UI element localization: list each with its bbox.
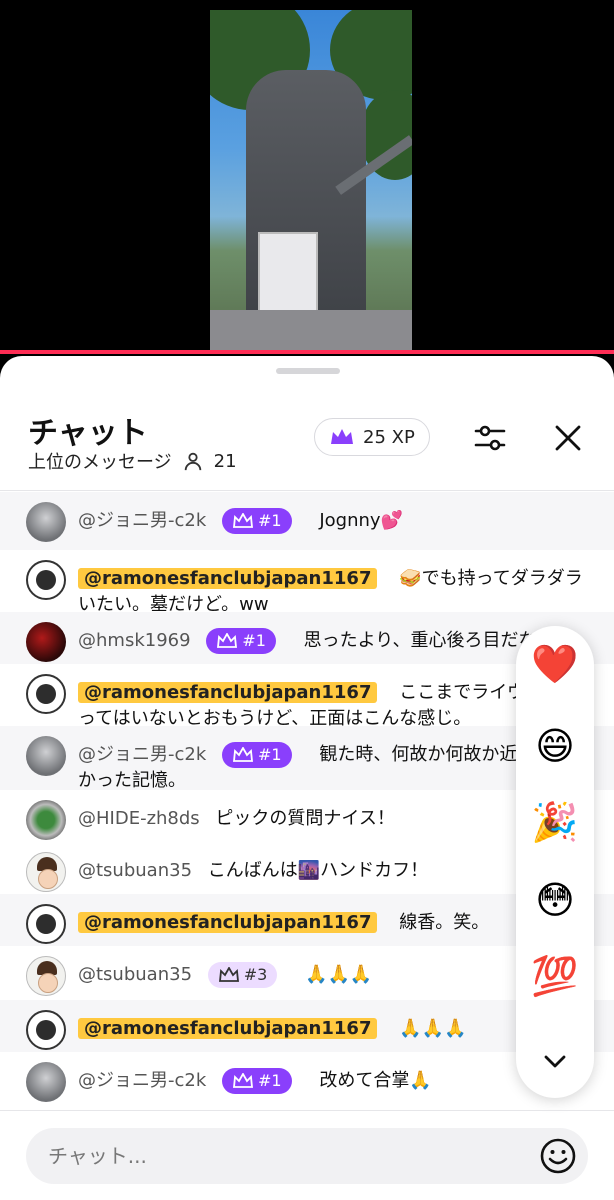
message-text: 🙏🙏🙏	[399, 1018, 467, 1039]
message-text: こんばんは🌆ハンドカフ！	[207, 860, 429, 881]
drag-handle[interactable]	[276, 368, 340, 374]
username[interactable]: @ramonesfanclubjapan1167	[78, 1018, 378, 1039]
person-icon	[184, 452, 201, 471]
smiley-icon[interactable]	[538, 1136, 578, 1176]
rank-label: #1	[258, 511, 282, 530]
header-divider	[0, 490, 614, 491]
chat-message[interactable]: @ramonesfanclubjapan1167 🥪でも持ってダラダラいたい。墓…	[0, 550, 614, 615]
username[interactable]: @HIDE-zh8ds	[78, 808, 200, 829]
party-reaction-button[interactable]: 🎉	[516, 792, 594, 852]
username[interactable]: @tsubuan35	[78, 964, 192, 985]
message-text: 線香。笑。	[399, 912, 490, 933]
rank-label: #3	[243, 965, 268, 984]
top-messages-label: 上位のメッセージ	[28, 452, 172, 473]
username[interactable]: @ジョニ男-c2k	[78, 510, 206, 531]
book-image	[258, 232, 318, 312]
message-text: Jognny💕	[319, 510, 403, 531]
xp-value: 25 XP	[363, 426, 415, 448]
close-button[interactable]	[548, 418, 588, 458]
message-text: 🙏🙏🙏	[305, 964, 373, 985]
username[interactable]: @tsubuan35	[78, 860, 192, 881]
chat-input[interactable]	[26, 1128, 588, 1184]
statue-base	[210, 310, 412, 354]
rank-label: #1	[242, 631, 266, 650]
filter-button[interactable]	[470, 418, 510, 458]
message-text: ピックの質問ナイス！	[215, 808, 395, 829]
viewer-count: 21	[213, 450, 237, 472]
rank-badge: #3	[207, 962, 278, 988]
hundred-reaction-button[interactable]: 💯	[516, 946, 594, 1006]
avatar[interactable]	[26, 1010, 66, 1050]
chat-title: チャット	[28, 416, 148, 451]
chat-subtitle[interactable]: 上位のメッセージ 21	[28, 448, 237, 474]
avatar[interactable]	[26, 904, 66, 944]
avatar[interactable]	[26, 622, 66, 662]
crown-icon	[233, 747, 254, 762]
flushed-reaction-button[interactable]: 😳	[516, 870, 594, 930]
avatar[interactable]	[26, 560, 66, 600]
username[interactable]: @ramonesfanclubjapan1167	[78, 682, 378, 703]
crown-icon	[233, 513, 254, 528]
avatar[interactable]	[26, 956, 66, 996]
username[interactable]: @ramonesfanclubjapan1167	[78, 912, 378, 933]
rank-badge: #1	[206, 628, 276, 654]
avatar[interactable]	[26, 1062, 66, 1102]
rank-label: #1	[258, 1071, 282, 1090]
username[interactable]: @ジョニ男-c2k	[78, 1070, 206, 1091]
video-frame[interactable]	[210, 10, 412, 354]
avatar[interactable]	[26, 800, 66, 840]
avatar[interactable]	[26, 852, 66, 892]
reaction-bar: ❤️ 😄 🎉 😳 💯	[516, 626, 594, 1098]
chat-message[interactable]: @ジョニ男-c2k #1 Jognny💕	[0, 492, 614, 550]
heart-reaction-button[interactable]: ❤️	[516, 634, 594, 694]
rank-badge: #1	[222, 742, 292, 768]
crown-icon	[218, 967, 239, 982]
chevron-down-icon[interactable]	[540, 1046, 570, 1076]
rank-badge: #1	[222, 508, 292, 534]
rank-label: #1	[258, 745, 282, 764]
avatar[interactable]	[26, 736, 66, 776]
rank-badge: #1	[222, 1068, 292, 1094]
xp-badge[interactable]: 25 XP	[314, 418, 430, 456]
username[interactable]: @hmsk1969	[78, 630, 191, 651]
username[interactable]: @ramonesfanclubjapan1167	[78, 568, 378, 589]
message-text: 改めて合掌🙏	[319, 1070, 432, 1091]
avatar[interactable]	[26, 502, 66, 542]
crown-icon	[217, 633, 238, 648]
crown-icon	[233, 1073, 254, 1088]
crown-icon	[331, 429, 353, 444]
live-progress-line	[0, 350, 614, 354]
avatar[interactable]	[26, 674, 66, 714]
input-divider	[0, 1110, 614, 1111]
username[interactable]: @ジョニ男-c2k	[78, 744, 206, 765]
close-icon	[555, 425, 581, 451]
video-player[interactable]	[0, 0, 614, 356]
sliders-icon	[474, 425, 506, 451]
grin-reaction-button[interactable]: 😄	[516, 716, 594, 776]
